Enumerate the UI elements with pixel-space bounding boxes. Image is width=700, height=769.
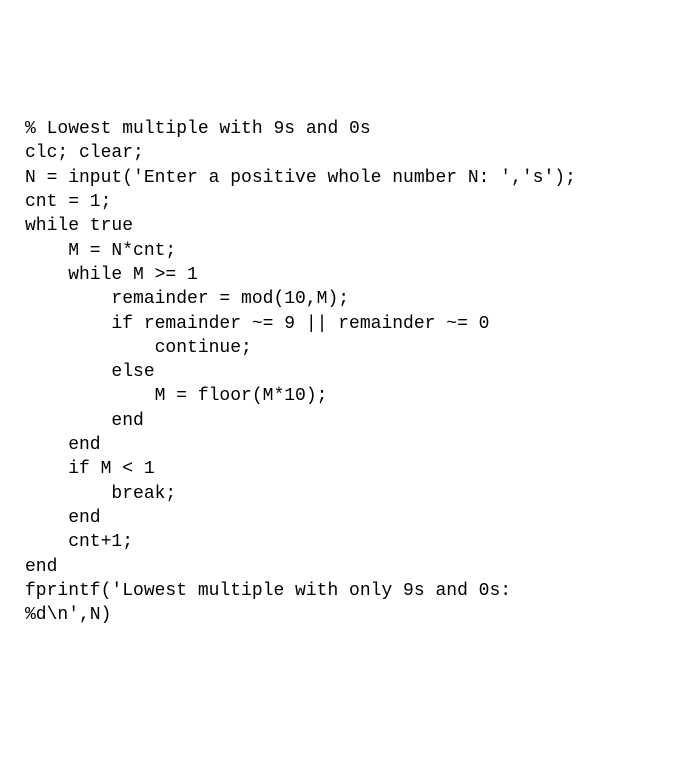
code-block: % Lowest multiple with 9s and 0sclc; cle… — [25, 117, 675, 627]
code-line: %d\n',N) — [25, 603, 675, 627]
code-line: cnt = 1; — [25, 190, 675, 214]
code-line: M = N*cnt; — [25, 239, 675, 263]
code-line: M = floor(M*10); — [25, 384, 675, 408]
code-line: fprintf('Lowest multiple with only 9s an… — [25, 579, 675, 603]
code-line: cnt+1; — [25, 530, 675, 554]
code-line: break; — [25, 482, 675, 506]
code-line: N = input('Enter a positive whole number… — [25, 166, 675, 190]
code-line: end — [25, 433, 675, 457]
code-line: while true — [25, 214, 675, 238]
code-line: if remainder ~= 9 || remainder ~= 0 — [25, 312, 675, 336]
code-line: while M >= 1 — [25, 263, 675, 287]
code-line: continue; — [25, 336, 675, 360]
code-line: end — [25, 409, 675, 433]
code-line: remainder = mod(10,M); — [25, 287, 675, 311]
code-line: clc; clear; — [25, 141, 675, 165]
code-line: else — [25, 360, 675, 384]
code-line: end — [25, 555, 675, 579]
code-line: % Lowest multiple with 9s and 0s — [25, 117, 675, 141]
code-line: if M < 1 — [25, 457, 675, 481]
code-line: end — [25, 506, 675, 530]
